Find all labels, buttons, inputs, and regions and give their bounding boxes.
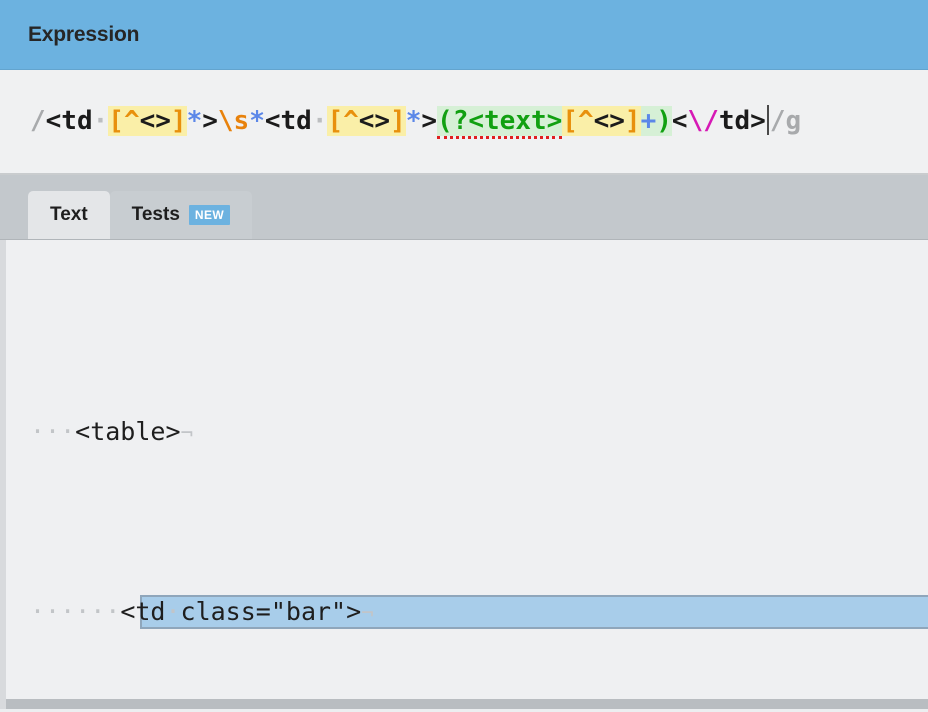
text-line[interactable]: ······<td·class="bar">¬ xyxy=(6,594,928,630)
expression-header: Expression xyxy=(0,0,928,70)
line-content: <table> xyxy=(75,417,181,446)
regex-escaped-slash: \/ xyxy=(687,106,719,137)
text-cursor xyxy=(766,105,769,136)
regex-flags[interactable]: g xyxy=(785,106,801,136)
regex-close-delimiter: / xyxy=(769,106,786,137)
regex-literal-td-open-1: <td xyxy=(45,106,93,137)
regex-named-group: (?<text>[^<>]+) xyxy=(437,106,672,140)
tab-tests-label: Tests xyxy=(131,204,180,225)
space-dot-icon-2: · xyxy=(311,106,328,137)
indent-dots: ··· xyxy=(30,417,76,446)
line-content: <td·class="bar"> xyxy=(120,597,362,626)
space-dot-icon-1: · xyxy=(92,106,109,137)
regex-quantifier-3: * xyxy=(405,106,422,137)
regex-literal-gt-2: > xyxy=(421,106,438,137)
expression-source[interactable]: /<td·[^<>]*>\s*<td·[^<>]*>(?<text>[^<>]+… xyxy=(30,105,801,140)
regex-literal-td-open-2: <td xyxy=(264,106,312,137)
regex-charclass-2: [^<>] xyxy=(327,106,406,137)
regex-charclass-1: [^<>] xyxy=(108,106,187,137)
regex-escape-s: s xyxy=(233,106,250,137)
regex-quantifier-4: + xyxy=(640,106,657,137)
text-lines[interactable]: ···<table>¬ ······<td·class="bar">¬ ····… xyxy=(6,240,928,709)
regex-escape-s-backslash: \ xyxy=(217,106,234,137)
tab-text-label: Text xyxy=(50,204,88,225)
test-text-pane[interactable]: ···<table>¬ ······<td·class="bar">¬ ····… xyxy=(0,240,928,709)
tab-tests-new-badge: NEW xyxy=(188,205,231,225)
text-line[interactable]: ···<table>¬ xyxy=(6,414,928,450)
tab-tests[interactable]: Tests NEW xyxy=(109,191,253,239)
eol-marker-icon: ¬ xyxy=(361,601,374,625)
regex-literal-gt-1: > xyxy=(202,106,218,137)
regex-literal-lt-close: < xyxy=(671,106,688,137)
tab-text[interactable]: Text xyxy=(28,191,110,239)
regex-charclass-3: [^<>] xyxy=(562,106,641,137)
eol-marker-icon: ¬ xyxy=(180,421,194,445)
regex-quantifier-2: * xyxy=(249,106,265,137)
tab-bar: Text Tests NEW xyxy=(0,175,928,240)
indent-dots: ······ xyxy=(30,597,121,626)
regex-group-name: (?<text> xyxy=(437,106,563,140)
page-title: Expression xyxy=(28,23,140,46)
expression-input[interactable]: /<td·[^<>]*>\s*<td·[^<>]*>(?<text>[^<>]+… xyxy=(0,70,928,175)
regex-open-delimiter: / xyxy=(30,106,46,137)
regex-quantifier-1: * xyxy=(186,106,203,137)
regex-literal-td-close: td> xyxy=(718,106,766,137)
